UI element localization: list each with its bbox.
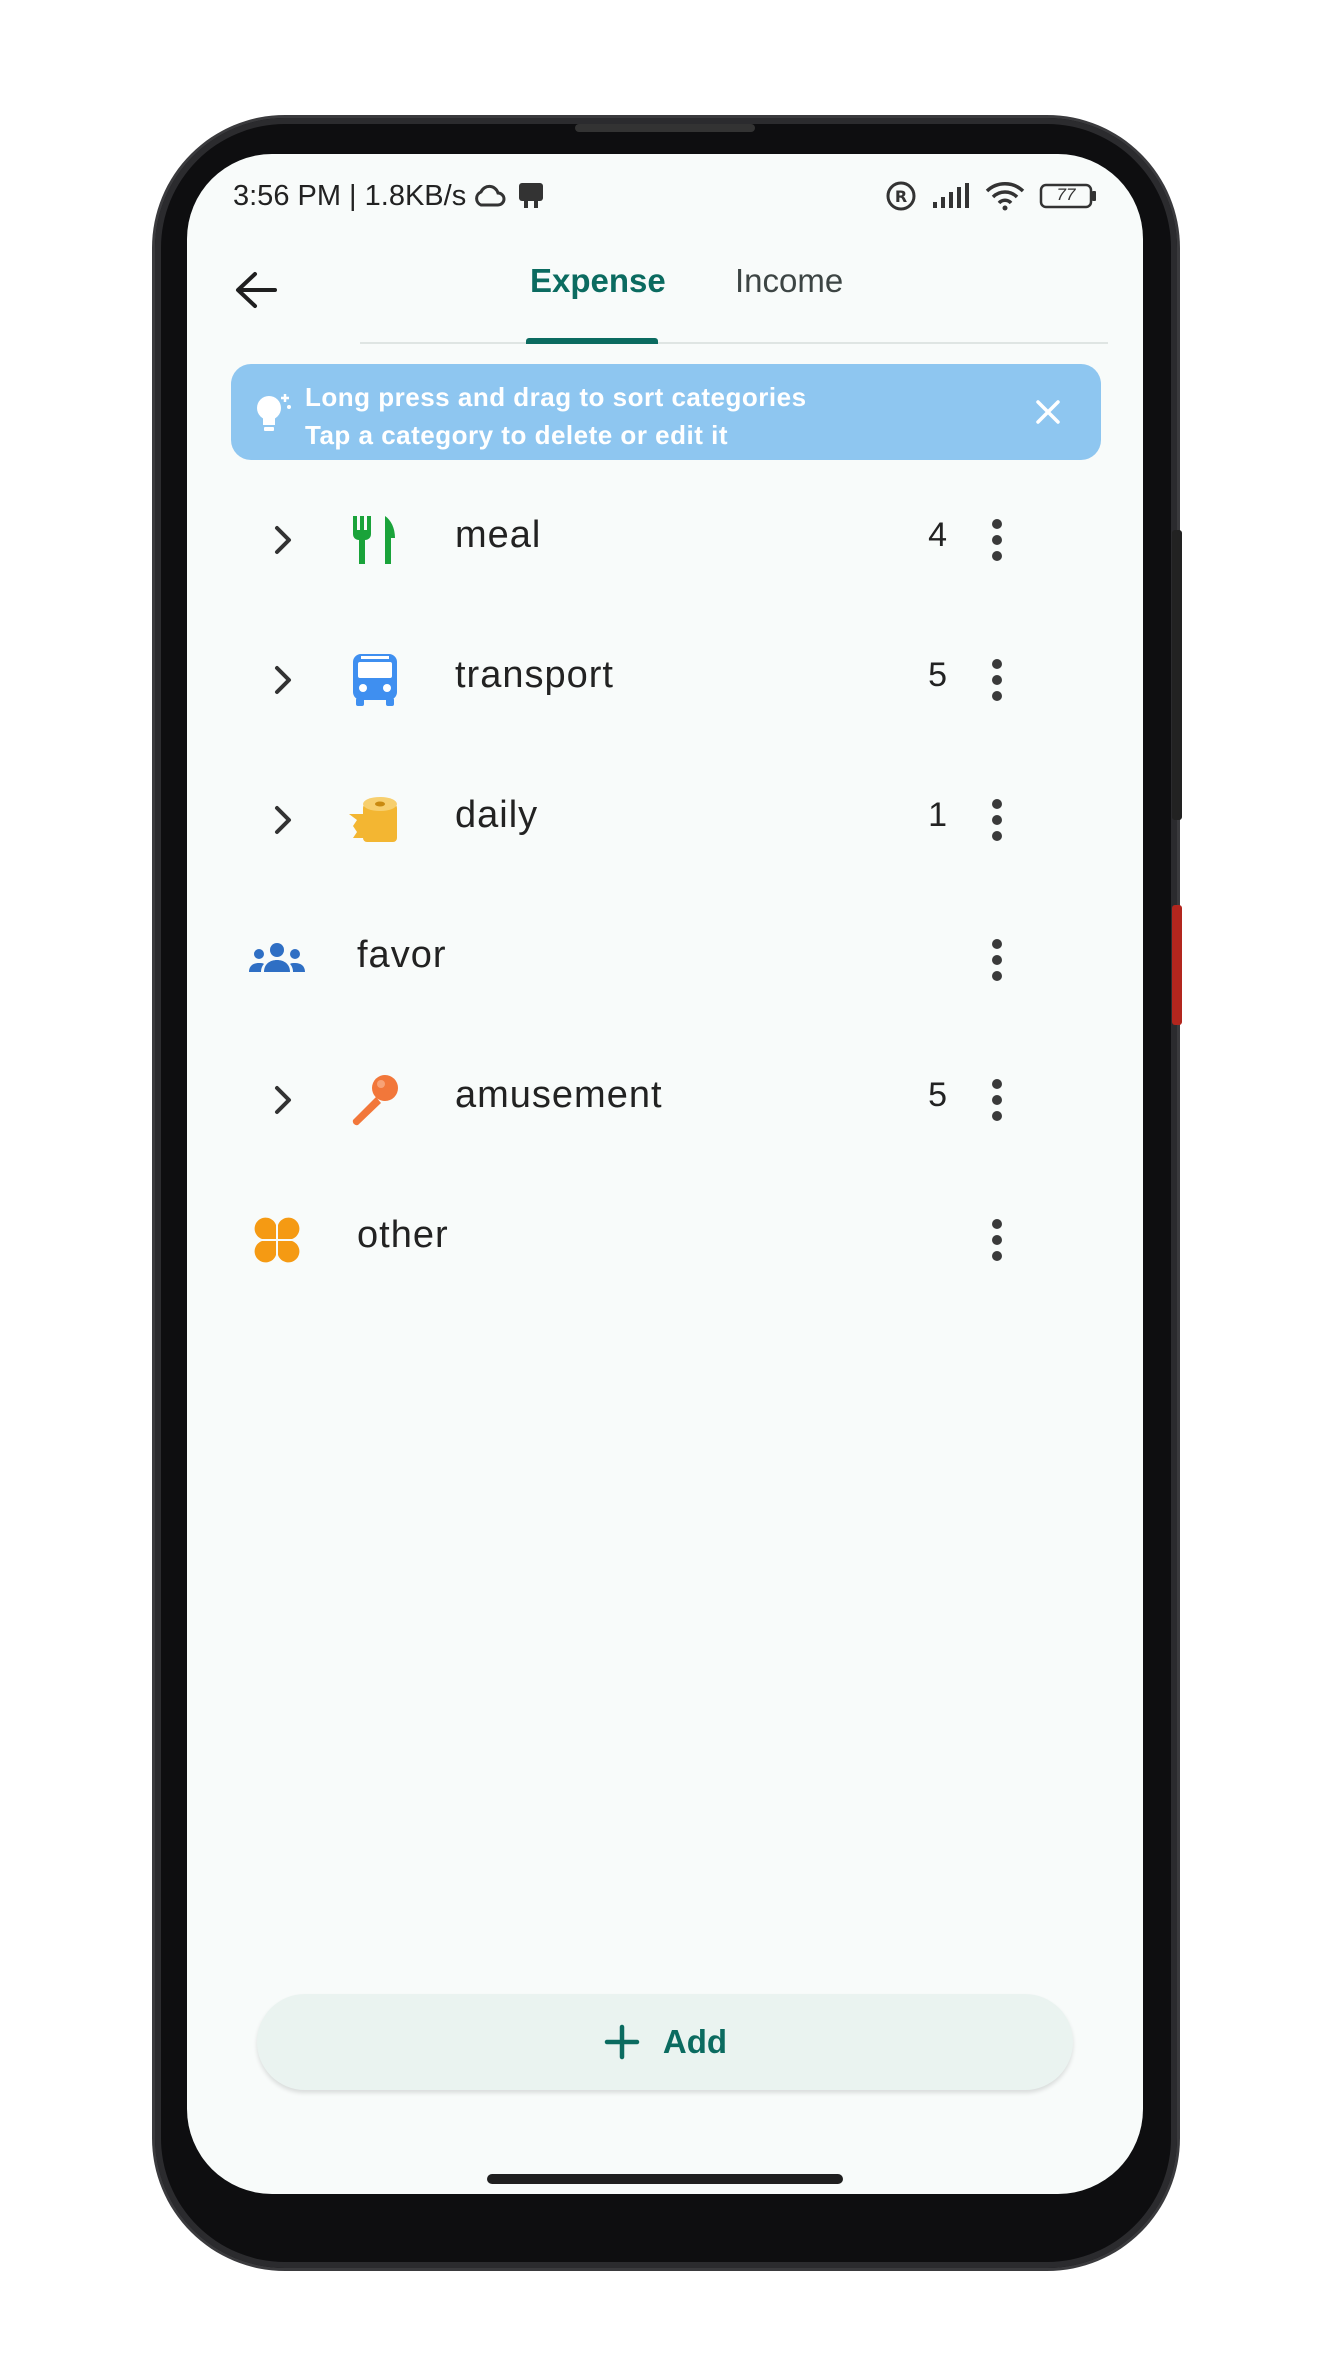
battery-level: 77 xyxy=(1056,185,1076,204)
people-icon xyxy=(247,930,307,990)
tip-line-2: Tap a category to delete or edit it xyxy=(305,420,728,450)
add-category-button[interactable]: Add xyxy=(257,1994,1073,2090)
clover-icon xyxy=(247,1210,307,1270)
tip-text: Long press and drag to sort categories T… xyxy=(305,378,807,454)
chevron-right-icon[interactable] xyxy=(263,660,303,700)
category-row-amusement[interactable]: amusement 5 xyxy=(187,1030,1143,1170)
more-vert-icon xyxy=(992,799,1002,841)
more-options-button[interactable] xyxy=(987,790,1007,850)
tab-expense[interactable]: Expense xyxy=(530,262,666,300)
microphone-icon xyxy=(345,1070,405,1130)
signal-icon xyxy=(931,182,971,210)
toilet-paper-icon xyxy=(345,790,405,850)
power-button xyxy=(1172,905,1182,1025)
category-label: daily xyxy=(455,794,539,836)
subcategory-count: 1 xyxy=(928,796,947,834)
tip-line-1: Long press and drag to sort categories xyxy=(305,382,807,412)
svg-text:R: R xyxy=(895,187,907,206)
category-row-favor[interactable]: favor xyxy=(187,890,1143,1030)
more-vert-icon xyxy=(992,939,1002,981)
status-time: 3:56 PM | 1.8KB/s xyxy=(233,179,467,212)
tab-bar: Expense Income xyxy=(360,254,1108,344)
tip-banner: Long press and drag to sort categories T… xyxy=(231,364,1101,460)
chevron-right-icon[interactable] xyxy=(263,800,303,840)
category-label: favor xyxy=(357,934,447,976)
arrow-left-icon xyxy=(236,272,277,308)
category-row-meal[interactable]: meal 4 xyxy=(187,470,1143,610)
lightbulb-icon xyxy=(253,390,293,439)
subcategory-count: 5 xyxy=(928,656,947,694)
tab-indicator xyxy=(526,338,658,344)
more-vert-icon xyxy=(992,1219,1002,1261)
cloud-icon xyxy=(472,183,506,209)
tab-income[interactable]: Income xyxy=(735,262,843,300)
category-label: amusement xyxy=(455,1074,663,1116)
fork-knife-icon xyxy=(345,510,405,570)
more-vert-icon xyxy=(992,1079,1002,1121)
more-options-button[interactable] xyxy=(987,650,1007,710)
registered-icon: R xyxy=(885,180,917,212)
battery-icon: 77 xyxy=(1039,183,1097,209)
phone-speaker xyxy=(575,124,755,132)
wifi-icon xyxy=(985,181,1025,211)
back-button[interactable] xyxy=(225,260,285,320)
category-label: transport xyxy=(455,654,614,696)
chevron-right-icon[interactable] xyxy=(263,520,303,560)
tab-divider xyxy=(360,342,1108,344)
category-label: other xyxy=(357,1214,449,1256)
close-icon xyxy=(1036,400,1060,424)
plus-icon xyxy=(604,2024,640,2060)
subcategory-count: 5 xyxy=(928,1076,947,1114)
more-vert-icon xyxy=(992,659,1002,701)
more-options-button[interactable] xyxy=(987,510,1007,570)
status-bar: 3:56 PM | 1.8KB/s R 77 xyxy=(233,176,1097,216)
bus-icon xyxy=(345,650,405,710)
notification-icon xyxy=(516,181,546,211)
home-indicator[interactable] xyxy=(487,2174,843,2184)
subcategory-count: 4 xyxy=(928,516,947,554)
add-button-label: Add xyxy=(662,2023,728,2060)
volume-button xyxy=(1172,530,1182,820)
app-screen: 3:56 PM | 1.8KB/s R 77 Expense Income Lo… xyxy=(187,154,1143,2194)
tip-close-button[interactable] xyxy=(1033,397,1063,427)
category-row-transport[interactable]: transport 5 xyxy=(187,610,1143,750)
category-label: meal xyxy=(455,514,542,556)
more-options-button[interactable] xyxy=(987,1070,1007,1130)
more-vert-icon xyxy=(992,519,1002,561)
category-row-other[interactable]: other xyxy=(187,1170,1143,1310)
chevron-right-icon[interactable] xyxy=(263,1080,303,1120)
more-options-button[interactable] xyxy=(987,1210,1007,1270)
more-options-button[interactable] xyxy=(987,930,1007,990)
category-row-daily[interactable]: daily 1 xyxy=(187,750,1143,890)
